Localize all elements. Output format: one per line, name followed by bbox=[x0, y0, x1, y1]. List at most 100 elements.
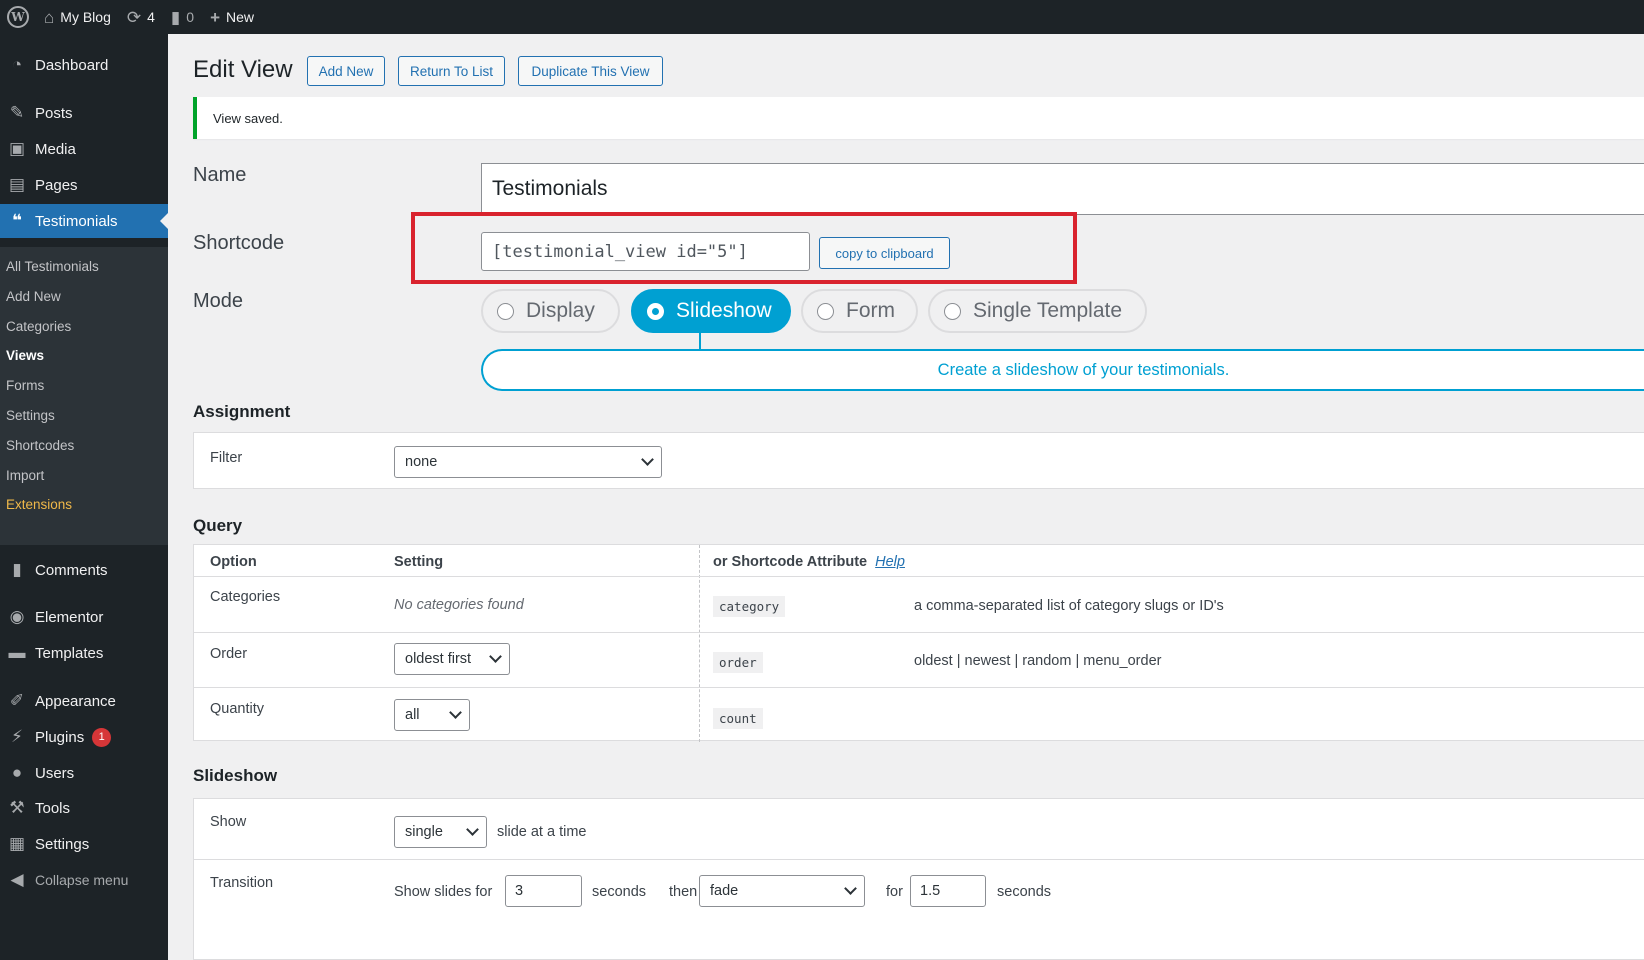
show-select[interactable]: single bbox=[394, 816, 487, 848]
copy-to-clipboard-button[interactable]: copy to clipboard bbox=[819, 237, 950, 269]
mode-option-slideshow[interactable]: Slideshow bbox=[631, 289, 791, 333]
settings-icon: ▦ bbox=[8, 834, 26, 853]
main-content: Edit View Add New Return To List Duplica… bbox=[168, 34, 1644, 960]
admin-bar: W ⌂ My Blog ⟳ 4 ▮ 0 + New bbox=[0, 0, 1644, 34]
row-divider bbox=[194, 632, 1644, 633]
submenu-forms[interactable]: Forms bbox=[6, 378, 44, 393]
pages-icon: ▤ bbox=[8, 175, 26, 194]
quote-icon: ❝ bbox=[12, 211, 22, 230]
collapse-menu-button[interactable]: ◀ Collapse menu bbox=[0, 863, 168, 897]
radio-selected-icon bbox=[647, 302, 664, 320]
assignment-heading: Assignment bbox=[193, 402, 291, 421]
row-divider bbox=[194, 576, 1644, 577]
slideshow-panel: Show single slide at a time Transition S… bbox=[193, 798, 1644, 960]
comment-icon: ▮ bbox=[12, 560, 22, 579]
for-label: for bbox=[886, 884, 903, 900]
mode-connector bbox=[699, 333, 701, 349]
site-name-link[interactable]: ⌂ My Blog bbox=[36, 0, 119, 34]
transition-select[interactable]: fade bbox=[699, 875, 865, 907]
folder-icon: ▬ bbox=[8, 643, 26, 662]
sidebar-item-testimonials[interactable]: ❝ Testimonials bbox=[0, 204, 168, 238]
mode-option-form[interactable]: Form bbox=[801, 289, 918, 333]
sidebar-item-dashboard[interactable]: ◔ Dashboard bbox=[0, 48, 168, 82]
submenu-shortcodes[interactable]: Shortcodes bbox=[6, 438, 74, 453]
attr-order-desc: oldest | newest | random | menu_order bbox=[914, 653, 1162, 669]
submenu-views[interactable]: Views bbox=[6, 348, 44, 363]
collapse-icon: ◀ bbox=[10, 870, 24, 889]
chevron-down-icon bbox=[449, 706, 462, 719]
submenu-settings[interactable]: Settings bbox=[6, 408, 55, 423]
mode-option-display[interactable]: Display bbox=[481, 289, 620, 333]
plus-icon: + bbox=[210, 7, 220, 27]
slideshow-heading: Slideshow bbox=[193, 766, 278, 785]
chevron-down-icon bbox=[466, 823, 479, 836]
slide-duration-input[interactable]: 3 bbox=[505, 875, 582, 907]
mode-option-single-template[interactable]: Single Template bbox=[928, 289, 1147, 333]
shortcode-label: Shortcode bbox=[193, 232, 285, 254]
sidebar-item-media[interactable]: ▣ Media bbox=[0, 132, 168, 166]
chevron-down-icon bbox=[489, 650, 502, 663]
sidebar-item-appearance[interactable]: ✐ Appearance bbox=[0, 684, 168, 718]
sidebar-item-tools[interactable]: ⚒ Tools bbox=[0, 791, 168, 825]
assignment-panel: Filter none bbox=[193, 432, 1644, 489]
header-shortcode-attribute: or Shortcode Attribute Help bbox=[713, 554, 905, 570]
updates-link[interactable]: ⟳ 4 bbox=[119, 0, 163, 34]
seconds-label-2: seconds bbox=[997, 884, 1052, 900]
order-select[interactable]: oldest first bbox=[394, 643, 510, 675]
home-icon: ⌂ bbox=[44, 7, 55, 27]
sidebar-item-templates[interactable]: ▬ Templates bbox=[0, 636, 168, 670]
sidebar-item-plugins[interactable]: ⚡ Plugins 1 bbox=[0, 720, 168, 754]
testimonials-submenu: All Testimonials Add New Categories View… bbox=[0, 247, 168, 545]
sidebar-item-posts[interactable]: ✎ Posts bbox=[0, 96, 168, 130]
chevron-down-icon bbox=[844, 882, 857, 895]
row-divider bbox=[194, 859, 1644, 860]
admin-sidebar: ◔ Dashboard ✎ Posts ▣ Media ▤ Pages ❝ Testimo… bbox=[0, 34, 168, 960]
submenu-categories[interactable]: Categories bbox=[6, 319, 71, 334]
submenu-extensions[interactable]: Extensions bbox=[6, 497, 72, 512]
duplicate-view-button[interactable]: Duplicate This View bbox=[518, 56, 663, 86]
brush-icon: ✐ bbox=[9, 691, 25, 710]
comments-link[interactable]: ▮ 0 bbox=[163, 0, 202, 34]
header-setting: Setting bbox=[394, 554, 444, 570]
radio-icon bbox=[497, 302, 514, 320]
query-table: Option Setting or Shortcode Attribute Hel… bbox=[193, 544, 1644, 742]
chevron-down-icon bbox=[641, 453, 654, 466]
shortcode-value: [testimonial_view id="5"] bbox=[492, 241, 748, 262]
wordpress-logo-icon[interactable]: W bbox=[0, 0, 36, 34]
quantity-select[interactable]: all bbox=[394, 699, 470, 731]
add-new-button[interactable]: Add New bbox=[307, 56, 385, 86]
shortcode-field[interactable]: [testimonial_view id="5"] bbox=[481, 232, 810, 271]
sidebar-item-settings[interactable]: ▦ Settings bbox=[0, 827, 168, 861]
sidebar-item-elementor[interactable]: ◉ Elementor bbox=[0, 600, 168, 634]
seconds-label: seconds bbox=[592, 884, 647, 900]
show-suffix: slide at a time bbox=[497, 824, 587, 840]
sidebar-item-pages[interactable]: ▤ Pages bbox=[0, 168, 168, 202]
transition-duration-input[interactable]: 1.5 bbox=[910, 875, 986, 907]
column-divider bbox=[699, 545, 700, 742]
new-content-link[interactable]: + New bbox=[202, 0, 262, 34]
option-categories: Categories bbox=[210, 589, 281, 605]
media-icon: ▣ bbox=[8, 139, 26, 158]
submenu-add-new[interactable]: Add New bbox=[6, 289, 61, 304]
plug-icon: ⚡ bbox=[11, 727, 23, 746]
return-to-list-button[interactable]: Return To List bbox=[398, 56, 505, 86]
show-label: Show bbox=[210, 814, 247, 830]
comment-icon: ▮ bbox=[170, 7, 181, 27]
sidebar-item-users[interactable]: ● Users bbox=[0, 756, 168, 790]
option-order: Order bbox=[210, 646, 248, 662]
page-title: Edit View bbox=[193, 56, 293, 83]
mode-label: Mode bbox=[193, 290, 244, 312]
submenu-all-testimonials[interactable]: All Testimonials bbox=[6, 259, 99, 274]
filter-select[interactable]: none bbox=[394, 446, 662, 478]
success-notice: View saved. bbox=[193, 97, 1644, 139]
help-link[interactable]: Help bbox=[875, 554, 905, 570]
radio-icon bbox=[944, 302, 961, 320]
name-label: Name bbox=[193, 164, 247, 186]
sidebar-item-comments[interactable]: ▮ Comments bbox=[0, 553, 168, 587]
submenu-import[interactable]: Import bbox=[6, 468, 44, 483]
then-label: then bbox=[669, 884, 698, 900]
view-name-input[interactable]: Testimonials bbox=[481, 163, 1644, 215]
notice-text: View saved. bbox=[213, 110, 283, 126]
attr-category-desc: a comma-separated list of category slugs… bbox=[914, 598, 1224, 614]
attr-category: category bbox=[713, 596, 786, 617]
